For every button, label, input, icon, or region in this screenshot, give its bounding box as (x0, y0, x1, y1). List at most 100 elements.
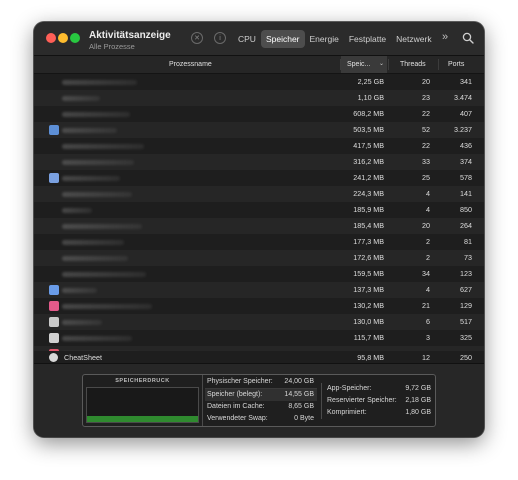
stat-swap-used: Verwendeter Swap: 0 Byte (207, 415, 314, 422)
table-row[interactable]: 241,2 MB 25 578 (34, 170, 484, 186)
ports-value: 374 (460, 157, 472, 166)
memory-value: 177,3 MB (353, 237, 384, 246)
maximize-window-button[interactable] (70, 33, 80, 43)
tab-festplatte[interactable]: Festplatte (344, 30, 391, 48)
tab-netzwerk[interactable]: Netzwerk (391, 30, 436, 48)
process-name-redacted (62, 336, 132, 341)
memory-value: 137,3 MB (353, 285, 384, 294)
minimize-window-button[interactable] (58, 33, 68, 43)
process-name-redacted (62, 208, 92, 213)
ports-value: 850 (460, 205, 472, 214)
threads-value: 6 (426, 317, 430, 326)
tab-speicher[interactable]: Speicher (260, 30, 305, 48)
ports-value: 578 (460, 173, 472, 182)
process-list: 2,25 GB 20 341 1,10 GB 23 3.474 608,2 MB 22 407 5… (34, 74, 484, 362)
info-icon[interactable]: i (214, 32, 226, 44)
close-window-button[interactable] (46, 33, 56, 43)
process-name-redacted (62, 80, 137, 85)
threads-value: 52 (422, 125, 430, 134)
memory-value: 316,2 MB (353, 157, 384, 166)
memory-pressure-fill (87, 416, 198, 422)
threads-value: 22 (422, 141, 430, 150)
app-icon (49, 173, 59, 183)
category-tabs: CPU Speicher Energie Festplatte Netzwerk (233, 30, 437, 48)
table-row[interactable]: 503,5 MB 52 3.237 (34, 122, 484, 138)
memory-value: 224,3 MB (353, 189, 384, 198)
ports-value: 407 (460, 109, 472, 118)
title-bar: Aktivitätsanzeige Alle Prozesse ✕ i CPU … (34, 22, 484, 56)
ports-value: 627 (460, 285, 472, 294)
table-row[interactable]: 130,0 MB 6 517 (34, 314, 484, 330)
table-row[interactable]: 224,3 MB 4 141 (34, 186, 484, 202)
table-row[interactable]: 417,5 MB 22 436 (34, 138, 484, 154)
memory-panel: SPEICHERDRUCK Physischer Speicher: 24,00… (82, 374, 436, 427)
ports-value: 517 (460, 317, 472, 326)
tab-energie[interactable]: Energie (305, 30, 344, 48)
memory-value: 115,7 MB (353, 333, 384, 342)
window-title: Aktivitätsanzeige (89, 30, 171, 41)
column-header-threads[interactable]: Threads (400, 56, 426, 73)
app-icon (49, 285, 59, 295)
tab-cpu[interactable]: CPU (233, 30, 261, 48)
process-name-redacted (62, 128, 117, 133)
threads-value: 20 (422, 77, 430, 86)
close-circle-icon[interactable]: ✕ (191, 32, 203, 44)
column-header-name[interactable]: Prozessname (169, 56, 212, 73)
memory-value: 130,2 MB (353, 301, 384, 310)
memory-pressure-graph (86, 387, 199, 423)
table-row[interactable]: 1,10 GB 23 3.474 (34, 90, 484, 106)
table-row[interactable]: 159,5 MB 34 123 (34, 266, 484, 282)
process-name-redacted (62, 112, 130, 117)
process-name-redacted (62, 272, 146, 277)
memory-value: 130,0 MB (353, 317, 384, 326)
memory-value: 417,5 MB (353, 141, 384, 150)
ports-value: 264 (460, 221, 472, 230)
ports-value: 73 (464, 253, 472, 262)
app-icon (49, 301, 59, 311)
stat-memory-used: Speicher (belegt): 14,55 GB (205, 389, 317, 401)
threads-value: 2 (426, 253, 430, 262)
table-row[interactable]: 316,2 MB 33 374 (34, 154, 484, 170)
stat-app-memory: App-Speicher: 9,72 GB (327, 385, 431, 392)
ports-value: 81 (464, 237, 472, 246)
memory-value: 241,2 MB (353, 173, 384, 182)
memory-value: 503,5 MB (353, 125, 384, 134)
table-row[interactable]: 137,3 MB 4 627 (34, 282, 484, 298)
memory-value: 159,5 MB (353, 269, 384, 278)
ports-value: 436 (460, 141, 472, 150)
sort-descending-icon: ⌄ (379, 61, 385, 67)
threads-value: 34 (422, 269, 430, 278)
ports-value: 341 (460, 77, 472, 86)
ports-value: 129 (460, 301, 472, 310)
threads-value: 4 (426, 205, 430, 214)
memory-summary-area: SPEICHERDRUCK Physischer Speicher: 24,00… (34, 363, 484, 437)
table-row[interactable]: 185,9 MB 4 850 (34, 202, 484, 218)
app-icon (49, 333, 59, 343)
search-icon[interactable] (462, 32, 474, 44)
table-row[interactable]: 608,2 MB 22 407 (34, 106, 484, 122)
column-header-ports[interactable]: Ports (448, 56, 464, 73)
table-row[interactable]: 115,7 MB 3 325 (34, 330, 484, 346)
table-row[interactable]: 185,4 MB 20 264 (34, 218, 484, 234)
table-row[interactable]: 177,3 MB 2 81 (34, 234, 484, 250)
table-row[interactable]: 130,2 MB 21 129 (34, 298, 484, 314)
threads-value: 22 (422, 109, 430, 118)
window-subtitle: Alle Prozesse (89, 42, 135, 51)
ports-value: 123 (460, 269, 472, 278)
memory-value: 1,10 GB (357, 93, 384, 102)
threads-value: 21 (422, 301, 430, 310)
memory-pressure: SPEICHERDRUCK (83, 375, 203, 426)
process-name-redacted (62, 288, 97, 293)
app-icon (49, 317, 59, 327)
threads-value: 2 (426, 237, 430, 246)
table-row[interactable]: 172,6 MB 2 73 (34, 250, 484, 266)
process-name-redacted (62, 192, 132, 197)
process-name-redacted (62, 224, 142, 229)
memory-value: 2,25 GB (357, 77, 384, 86)
more-toolbar-button[interactable]: » (442, 31, 448, 43)
threads-value: 20 (422, 221, 430, 230)
threads-value: 3 (426, 333, 430, 342)
process-name-redacted (62, 240, 124, 245)
app-icon (49, 353, 58, 362)
table-row[interactable]: 2,25 GB 20 341 (34, 74, 484, 90)
